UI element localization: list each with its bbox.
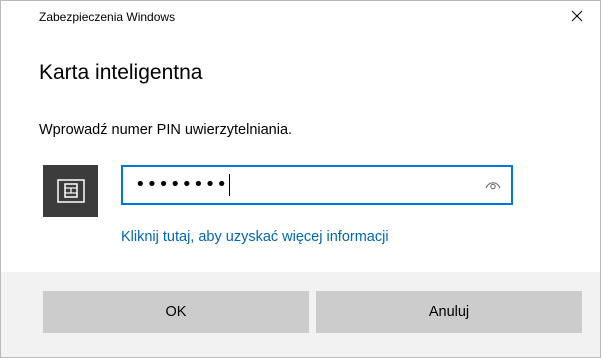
close-icon <box>571 10 583 22</box>
window-title: Zabezpieczenia Windows <box>39 10 176 24</box>
reveal-pin-button[interactable] <box>483 177 503 193</box>
close-button[interactable] <box>554 1 600 31</box>
smart-card-icon <box>56 179 85 203</box>
security-dialog: Zabezpieczenia Windows Karta inteligentn… <box>0 0 601 358</box>
smart-card-tile <box>43 165 98 217</box>
pin-input[interactable]: •••••••• <box>121 165 513 205</box>
pin-prompt: Wprowadź numer PIN uwierzytelniania. <box>39 122 293 138</box>
eye-icon <box>485 182 501 190</box>
more-info-link[interactable]: Kliknij tutaj, aby uzyskać więcej inform… <box>121 229 389 245</box>
cancel-button[interactable]: Anuluj <box>316 291 582 333</box>
dialog-footer: OK Anuluj <box>1 272 600 357</box>
ok-button[interactable]: OK <box>43 291 309 333</box>
pin-input-value: •••••••• <box>135 174 231 196</box>
title-bar: Zabezpieczenia Windows <box>1 1 600 31</box>
text-caret <box>228 174 231 196</box>
dialog-heading: Karta inteligentna <box>39 61 203 84</box>
